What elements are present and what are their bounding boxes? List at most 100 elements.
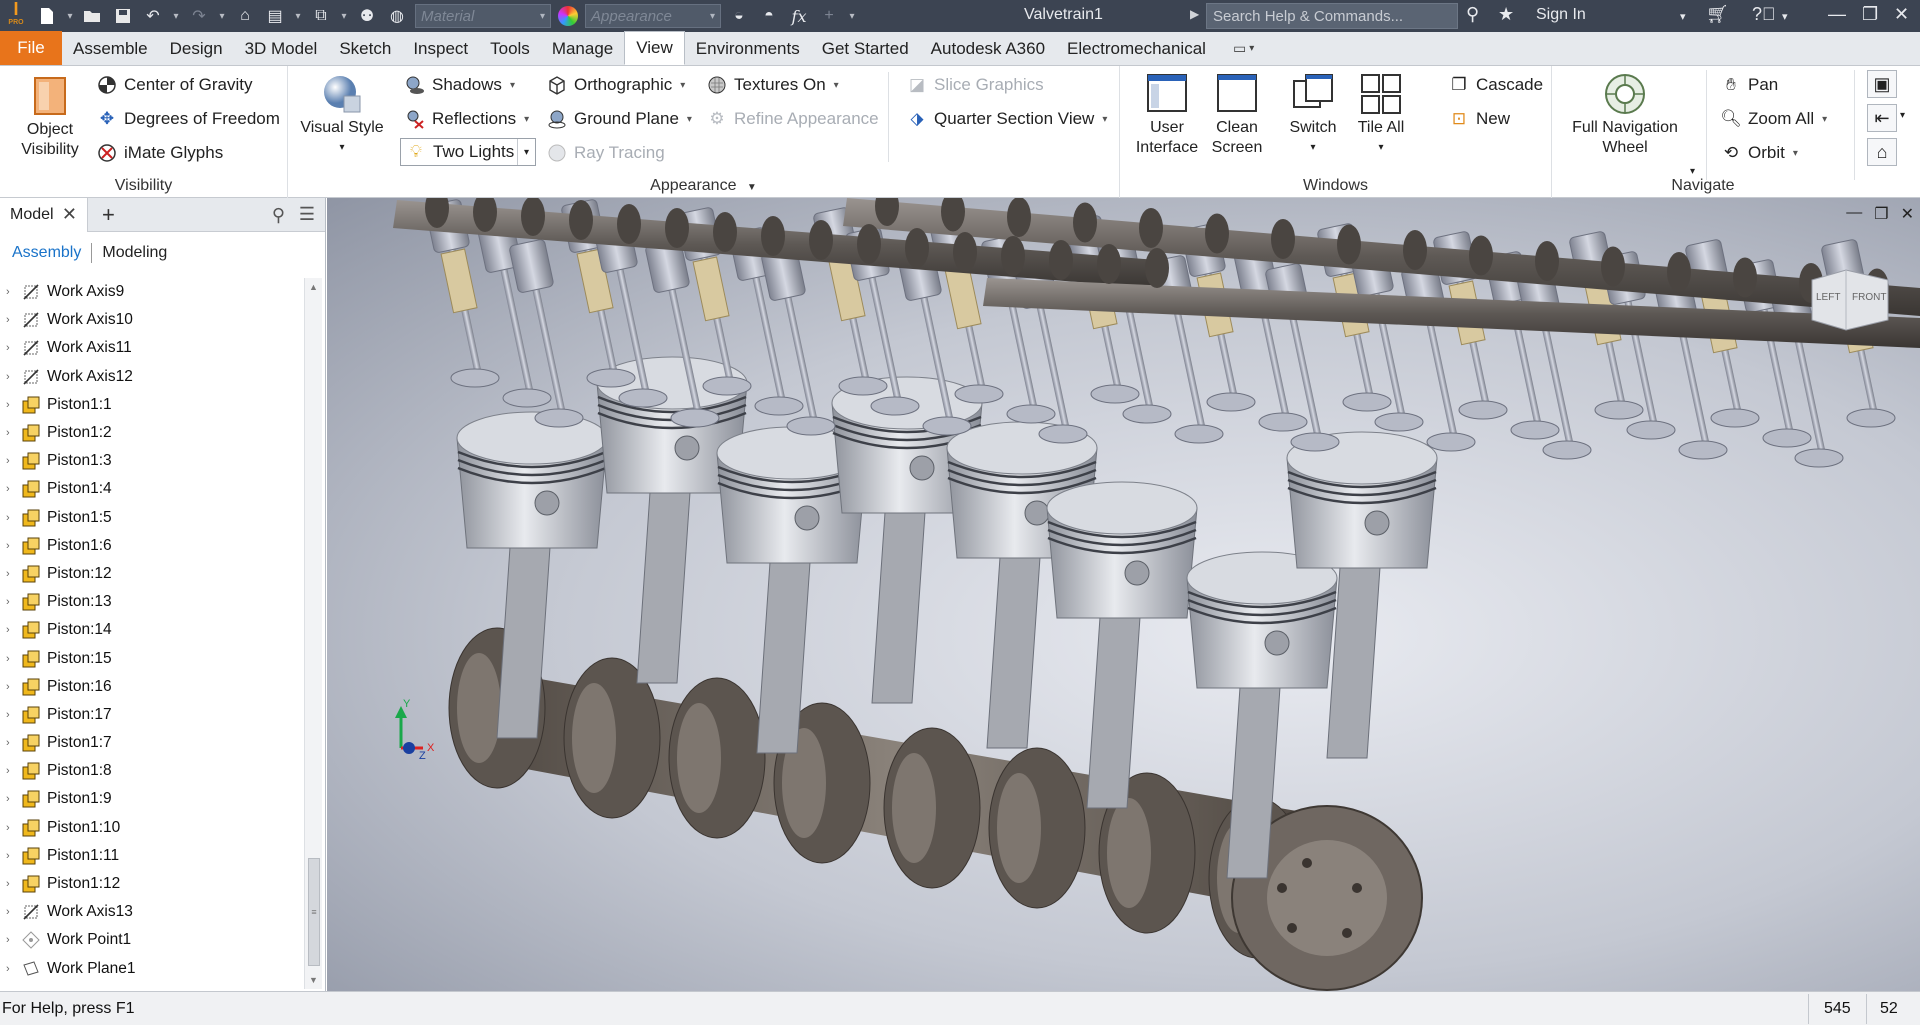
tab-file[interactable]: File	[0, 31, 62, 65]
tree-node[interactable]: › Piston:13	[0, 588, 304, 616]
favorites-star-icon[interactable]: ★	[1498, 4, 1514, 25]
ribbon-options-button[interactable]: ▭ ▾	[1233, 32, 1254, 65]
tree-node[interactable]: › Piston1:6	[0, 532, 304, 560]
tab-3d-model[interactable]: 3D Model	[234, 32, 329, 65]
viewport-restore-icon[interactable]: ❐	[1874, 204, 1888, 224]
cascade-button[interactable]: ❐ Cascade	[1448, 72, 1543, 98]
expand-chevron-icon[interactable]: ›	[6, 371, 20, 383]
slice-graphics-button[interactable]: ◪ Slice Graphics	[906, 72, 1044, 98]
expand-chevron-icon[interactable]: ›	[6, 427, 20, 439]
expand-chevron-icon[interactable]: ›	[6, 878, 20, 890]
degrees-of-freedom-button[interactable]: ✥ Degrees of Freedom	[96, 106, 280, 132]
tab-get-started[interactable]: Get Started	[811, 32, 920, 65]
expand-chevron-icon[interactable]: ›	[6, 850, 20, 862]
tab-model[interactable]: Model ✕	[0, 197, 88, 232]
tree-node[interactable]: › Work Axis12	[0, 363, 304, 391]
chevron-down-icon[interactable]: ▾	[1690, 166, 1695, 177]
full-navigation-wheel-button[interactable]: Full Navigation Wheel	[1562, 72, 1688, 158]
viewcube[interactable]: LEFT FRONT	[1808, 266, 1892, 332]
tree-node[interactable]: › Piston1:3	[0, 447, 304, 475]
home-view-icon[interactable]: ⌂	[1867, 138, 1897, 166]
redo-icon[interactable]: ↷	[185, 4, 213, 28]
pan-button[interactable]: ✋︎ Pan	[1720, 72, 1778, 98]
view-face-icon[interactable]: ▣	[1867, 70, 1897, 98]
appearance-group-label[interactable]: Appearance ▼	[288, 177, 1119, 195]
tree-node[interactable]: › Work Axis11	[0, 334, 304, 362]
appearance-select[interactable]: Appearance ▾	[585, 4, 721, 28]
adjust-appearance-icon[interactable]: ◒	[725, 4, 753, 28]
new-window-button[interactable]: ⊡ New	[1448, 106, 1510, 132]
expand-chevron-icon[interactable]: ›	[6, 483, 20, 495]
tab-inspect[interactable]: Inspect	[402, 32, 479, 65]
undo-icon[interactable]: ↶	[139, 4, 167, 28]
expand-chevron-icon[interactable]: ›	[6, 653, 20, 665]
tree-node[interactable]: › Piston1:12	[0, 870, 304, 898]
browser-menu-icon[interactable]: ☰	[299, 204, 315, 225]
plus-icon[interactable]: +	[815, 4, 843, 28]
expand-chevron-icon[interactable]: ›	[6, 512, 20, 524]
expand-chevron-icon[interactable]: ›	[6, 568, 20, 580]
ray-tracing-button[interactable]: Ray Tracing	[546, 140, 665, 166]
shadows-button[interactable]: Shadows ▾	[404, 72, 515, 98]
search-binoculars-icon[interactable]: ⚲	[1466, 4, 1479, 25]
viewport-minimize-icon[interactable]: —	[1846, 204, 1862, 224]
graphics-viewport[interactable]: LEFT FRONT — ❐ ✕ Y X Z	[327, 198, 1920, 991]
restore-icon[interactable]: ❐	[1862, 4, 1878, 25]
expand-chevron-icon[interactable]: ›	[6, 906, 20, 918]
expand-chevron-icon[interactable]: ›	[6, 596, 20, 608]
orthographic-button[interactable]: Orthographic ▾	[546, 72, 685, 98]
expand-chevron-icon[interactable]: ›	[6, 342, 20, 354]
ground-plane-button[interactable]: Ground Plane ▾	[546, 106, 692, 132]
tab-view[interactable]: View	[624, 31, 685, 65]
tree-node[interactable]: › Piston:16	[0, 673, 304, 701]
project-icon[interactable]: ▤	[261, 4, 289, 28]
scroll-up-icon[interactable]: ▲	[309, 282, 318, 292]
tab-tools[interactable]: Tools	[479, 32, 541, 65]
save-icon[interactable]	[109, 4, 137, 28]
expand-chevron-icon[interactable]: ›	[6, 737, 20, 749]
tree-node[interactable]: › Piston1:10	[0, 814, 304, 842]
search-help-input[interactable]: Search Help & Commands...	[1206, 3, 1458, 29]
tab-environments[interactable]: Environments	[685, 32, 811, 65]
quarter-section-view-button[interactable]: ⬗ Quarter Section View ▾	[906, 106, 1107, 132]
viewcube-front-label[interactable]: FRONT	[1852, 292, 1886, 303]
tree-node[interactable]: › Piston1:7	[0, 729, 304, 757]
user-interface-button[interactable]: User Interface	[1132, 72, 1202, 158]
undo-dropdown-icon[interactable]: ▾	[169, 4, 183, 28]
clean-screen-button[interactable]: Clean Screen	[1206, 72, 1268, 158]
tab-manage[interactable]: Manage	[541, 32, 624, 65]
close-icon[interactable]: ✕	[1894, 4, 1909, 25]
minimize-icon[interactable]: —	[1828, 4, 1846, 25]
add-browser-tab-icon[interactable]: +	[102, 202, 115, 228]
tree-node[interactable]: › Piston1:9	[0, 785, 304, 813]
textures-on-button[interactable]: Textures On ▾	[706, 72, 839, 98]
search-icon[interactable]: ⚲	[272, 205, 285, 226]
tree-node[interactable]: › Piston1:1	[0, 391, 304, 419]
expand-chevron-icon[interactable]: ›	[6, 314, 20, 326]
scrollbar-thumb[interactable]: ≡	[308, 858, 320, 966]
expand-chevron-icon[interactable]: ›	[6, 822, 20, 834]
viewport-close-icon[interactable]: ✕	[1901, 204, 1914, 224]
app-logo[interactable]: I PRO	[0, 0, 32, 32]
select-priority-icon[interactable]: ⧉	[307, 4, 335, 28]
redo-dropdown-icon[interactable]: ▾	[215, 4, 229, 28]
chevron-right-icon[interactable]: ▶	[1190, 7, 1199, 21]
tab-electromechanical[interactable]: Electromechanical	[1056, 32, 1217, 65]
project-dropdown-icon[interactable]: ▾	[291, 4, 305, 28]
expand-chevron-icon[interactable]: ›	[6, 455, 20, 467]
new-icon[interactable]	[33, 4, 61, 28]
imate-glyphs-button[interactable]: iMate Glyphs	[96, 140, 223, 166]
tree-node[interactable]: › Piston1:8	[0, 757, 304, 785]
scroll-down-icon[interactable]: ▼	[309, 975, 318, 985]
customize-qat-icon[interactable]: ▾	[845, 4, 859, 28]
engine-model-render[interactable]	[327, 198, 1920, 991]
chevron-down-icon[interactable]: ▾	[1680, 10, 1686, 23]
sign-in-button[interactable]: Sign In	[1536, 6, 1586, 24]
reflections-button[interactable]: Reflections ▾	[404, 106, 529, 132]
cart-icon[interactable]: 🛒︎	[1706, 4, 1729, 25]
help-icon[interactable]: ?⃝	[1752, 4, 1776, 25]
help-dropdown-icon[interactable]: ▾	[1782, 10, 1788, 23]
tree-node[interactable]: › Piston:17	[0, 701, 304, 729]
expand-chevron-icon[interactable]: ›	[6, 793, 20, 805]
tree-node[interactable]: › Piston1:11	[0, 842, 304, 870]
